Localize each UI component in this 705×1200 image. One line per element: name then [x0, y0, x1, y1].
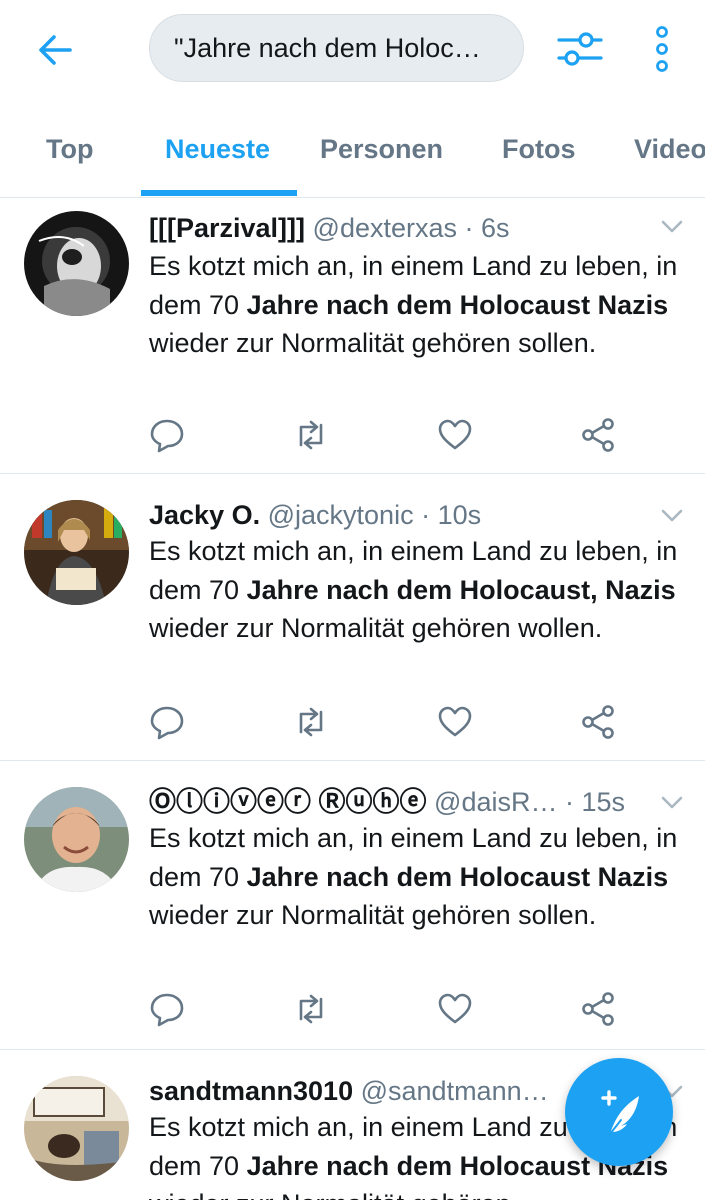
tab-neueste[interactable]: Neueste [165, 134, 270, 165]
avatar[interactable] [24, 500, 129, 605]
avatar[interactable] [24, 211, 129, 316]
author-handle[interactable]: @daisR… [434, 787, 557, 817]
tweet[interactable]: Jacky O. @jackytonic · 10s Es kotzt mich… [0, 474, 705, 761]
author-name[interactable]: Jacky O. [149, 500, 260, 530]
tweet-text-part: wieder zur Normalität gehören sollen. [149, 328, 597, 358]
tab-top[interactable]: Top [46, 134, 93, 165]
share-icon[interactable] [580, 417, 616, 453]
avatar[interactable] [24, 1076, 129, 1181]
author-handle[interactable]: @jackytonic [268, 500, 414, 530]
tweet-header: Jacky O. @jackytonic · 10s [149, 498, 649, 532]
active-tab-indicator [141, 190, 297, 196]
tweet-text: Es kotzt mich an, in einem Land zu leben… [149, 819, 694, 935]
tweet-header: Ⓞⓛⓘⓥⓔⓡ Ⓡⓤⓗⓔ @daisR… · 15s [149, 785, 649, 819]
chevron-down-icon[interactable] [660, 508, 684, 524]
avatar[interactable] [24, 787, 129, 892]
search-query-text: "Jahre nach dem Holoc… [174, 32, 481, 63]
more-vertical-icon [656, 26, 668, 72]
tweet-text: Es kotzt mich an, in einem Land zu leben… [149, 247, 694, 363]
tab-personen[interactable]: Personen [320, 134, 443, 165]
tweet-actions [0, 417, 705, 457]
tweet-text-part: wieder zur Normalität gehören [149, 1189, 511, 1200]
retweet-icon[interactable] [293, 417, 329, 453]
tweet-text-highlight: Jahre nach dem Holocaust Nazis [246, 289, 669, 320]
chevron-down-icon[interactable] [660, 795, 684, 811]
tweet-time: · 15s [565, 787, 626, 817]
retweet-icon[interactable] [293, 704, 329, 740]
author-name[interactable]: Ⓞⓛⓘⓥⓔⓡ Ⓡⓤⓗⓔ [149, 787, 427, 817]
reply-icon[interactable] [149, 704, 185, 740]
back-button[interactable] [36, 30, 76, 70]
tweet-actions [0, 991, 705, 1031]
tweet-time: · 6s [464, 213, 510, 243]
like-icon[interactable] [437, 991, 473, 1027]
author-name[interactable]: sandtmann3010 [149, 1076, 353, 1106]
tweet-text-part: wieder zur Normalität gehören sollen. [149, 900, 597, 930]
app-bar: "Jahre nach dem Holoc… [0, 0, 705, 100]
tweet-text-highlight: Jahre nach dem Holocaust Nazis [246, 861, 669, 892]
tweet-text-highlight: Jahre nach dem Holocaust, Nazis [246, 574, 676, 605]
tweet-text-part: wieder zur Normalität gehören wollen. [149, 613, 603, 643]
arrow-left-icon [39, 35, 72, 65]
like-icon[interactable] [437, 704, 473, 740]
reply-icon[interactable] [149, 991, 185, 1027]
author-name[interactable]: [[[Parzival]]] [149, 213, 305, 243]
compose-tweet-button[interactable] [565, 1058, 673, 1166]
tweet[interactable]: [[[Parzival]]] @dexterxas · 6s Es kotzt … [0, 199, 705, 474]
sliders-icon [557, 32, 603, 66]
like-icon[interactable] [437, 417, 473, 453]
tweet-actions [0, 704, 705, 744]
tweet-text: Es kotzt mich an, in einem Land zu leben… [149, 532, 694, 648]
tweet[interactable]: Ⓞⓛⓘⓥⓔⓡ Ⓡⓤⓗⓔ @daisR… · 15s Es kotzt mich … [0, 761, 705, 1050]
reply-icon[interactable] [149, 417, 185, 453]
retweet-icon[interactable] [293, 991, 329, 1027]
compose-feather-icon [601, 1090, 639, 1135]
tab-fotos[interactable]: Fotos [502, 134, 576, 165]
share-icon[interactable] [580, 991, 616, 1027]
tab-video[interactable]: Video [634, 134, 705, 165]
tweet-time: · 10s [421, 500, 482, 530]
tweet-header: sandtmann3010 @sandtmann… [149, 1074, 579, 1108]
chevron-down-icon[interactable] [660, 219, 684, 235]
author-handle[interactable]: @dexterxas [313, 213, 457, 243]
more-options-button[interactable] [648, 26, 676, 72]
search-filter-button[interactable] [556, 26, 604, 72]
share-icon[interactable] [580, 704, 616, 740]
author-handle[interactable]: @sandtmann… [361, 1076, 549, 1106]
search-input[interactable]: "Jahre nach dem Holoc… [149, 14, 524, 82]
tweet-header: [[[Parzival]]] @dexterxas · 6s [149, 211, 649, 245]
search-tabs: Top Neueste Personen Fotos Video [0, 100, 705, 198]
